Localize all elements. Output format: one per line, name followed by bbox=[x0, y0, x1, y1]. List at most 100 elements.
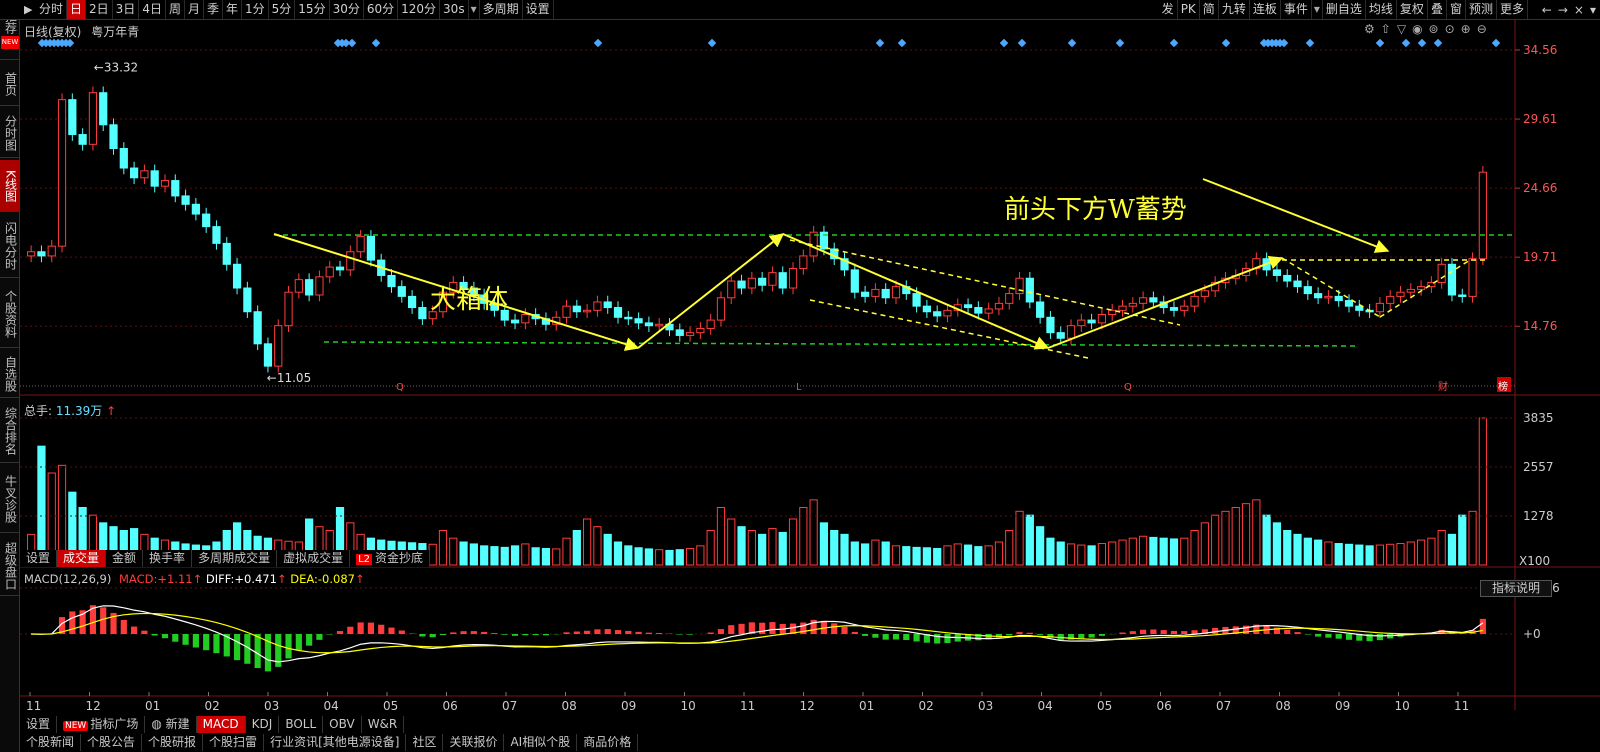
sidebar-item[interactable]: 分时图 bbox=[0, 108, 20, 158]
tool-button[interactable]: 复权 bbox=[1397, 0, 1428, 19]
period-button[interactable]: 2日 bbox=[86, 0, 113, 19]
up-arrow-icon[interactable]: ⇧ bbox=[1381, 22, 1391, 36]
tab-item[interactable]: BOLL bbox=[279, 716, 324, 733]
sidebar-item[interactable]: 闪电分时 bbox=[0, 214, 20, 278]
window-control-icon[interactable]: ▾ bbox=[1590, 0, 1596, 20]
month-label: 12 bbox=[800, 699, 815, 713]
zoom-icon[interactable]: ⊙ bbox=[1445, 22, 1455, 36]
period-button[interactable]: 3日 bbox=[113, 0, 140, 19]
tab-item[interactable]: 设置 bbox=[20, 550, 58, 567]
tab-item[interactable]: OBV bbox=[323, 716, 362, 733]
toolbar-play-icon[interactable]: ▶ bbox=[24, 3, 32, 16]
period-button[interactable]: 年 bbox=[223, 0, 243, 19]
period-button[interactable]: 15分 bbox=[295, 0, 330, 19]
volume-bar bbox=[1396, 543, 1405, 566]
sidebar-item[interactable]: 首页 bbox=[0, 62, 20, 106]
indicator-explain-button[interactable]: 指标说明 bbox=[1480, 580, 1552, 597]
tool-button[interactable]: 预测 bbox=[1466, 0, 1497, 19]
tool-button[interactable]: 窗 bbox=[1447, 0, 1466, 19]
volume-bar bbox=[1344, 543, 1354, 566]
volume-axis-label: 1278 bbox=[1523, 509, 1554, 523]
tab-item[interactable]: ◍ 新建 bbox=[145, 716, 197, 733]
tab-item[interactable]: 虚拟成交量 bbox=[277, 550, 351, 567]
period-button[interactable]: 季 bbox=[204, 0, 223, 19]
candle bbox=[1396, 285, 1405, 303]
period-button[interactable]: 4日 bbox=[139, 0, 166, 19]
tab-item[interactable]: 社区 bbox=[406, 734, 444, 751]
tool-button[interactable]: 连板 bbox=[1250, 0, 1281, 19]
period-button[interactable]: 多周期 bbox=[480, 0, 523, 19]
period-button[interactable]: 周 bbox=[166, 0, 185, 19]
display-icon[interactable]: ⊚ bbox=[1429, 22, 1439, 36]
tab-item[interactable]: MACD bbox=[196, 716, 246, 733]
tab-item[interactable]: 设置 bbox=[20, 716, 58, 733]
tool-button[interactable]: 事件 bbox=[1281, 0, 1312, 19]
sidebar-item[interactable]: 个股资料 bbox=[0, 280, 20, 348]
kline-chart[interactable]: 34.56 29.61 24.66 19.71 14.76 ←33.32 ←11.05 大箱体… bbox=[20, 20, 1600, 732]
sidebar-item[interactable]: 超级盘口 bbox=[0, 536, 20, 596]
tab-item[interactable]: 个股扫雷 bbox=[203, 734, 265, 751]
sidebar-item[interactable]: 牛叉诊股 bbox=[0, 465, 20, 533]
filter-icon[interactable]: ▽ bbox=[1397, 22, 1406, 36]
plus-icon[interactable]: ⊕ bbox=[1461, 22, 1471, 36]
tool-button[interactable]: 发 bbox=[1159, 0, 1178, 19]
window-control-icon[interactable]: → bbox=[1558, 0, 1568, 20]
tab-item[interactable]: L2 资金抄底 bbox=[350, 550, 431, 567]
candle bbox=[1314, 287, 1323, 305]
tab-item[interactable]: 个股公告 bbox=[81, 734, 143, 751]
period-button[interactable]: 30分 bbox=[330, 0, 364, 19]
minus-icon[interactable]: ⊖ bbox=[1477, 22, 1487, 36]
month-label: 06 bbox=[1157, 699, 1172, 713]
eye-icon[interactable]: ◉ bbox=[1412, 22, 1422, 36]
tool-button[interactable]: 简 bbox=[1200, 0, 1219, 19]
signal-markers bbox=[37, 38, 1501, 48]
tool-button[interactable]: 均线 bbox=[1366, 0, 1397, 19]
tab-item[interactable]: 多周期成交量 bbox=[192, 550, 278, 567]
tab-item[interactable]: 成交量 bbox=[57, 550, 107, 567]
tool-button[interactable]: 更多 bbox=[1497, 0, 1528, 19]
tab-item[interactable]: AI相似个股 bbox=[504, 734, 578, 751]
period-button[interactable]: 120分 bbox=[398, 0, 441, 19]
window-control-icon[interactable]: ← bbox=[1542, 0, 1552, 20]
period-button[interactable]: 日 bbox=[67, 0, 87, 19]
tab-item[interactable]: 关联报价 bbox=[443, 734, 505, 751]
tab-item[interactable]: 个股研报 bbox=[142, 734, 204, 751]
sidebar-item[interactable]: K线图 bbox=[0, 160, 20, 212]
tab-item[interactable]: NEW 指标广场 bbox=[57, 716, 146, 733]
period-button[interactable]: 月 bbox=[185, 0, 204, 19]
stock-name: 粤万年青 bbox=[91, 25, 140, 39]
volume-bar bbox=[747, 530, 756, 566]
tab-item[interactable]: 个股新闻 bbox=[20, 734, 82, 751]
tab-item[interactable]: 金额 bbox=[106, 550, 144, 567]
volume-bar bbox=[1149, 536, 1158, 566]
tab-label: OBV bbox=[329, 717, 355, 731]
sidebar-item[interactable]: 综合排名 bbox=[0, 400, 20, 463]
candle bbox=[1036, 295, 1045, 324]
period-button[interactable]: 5分 bbox=[269, 0, 296, 19]
tab-item[interactable]: 商品价格 bbox=[577, 734, 639, 751]
tab-item[interactable]: 行业资讯[其他电源设备] bbox=[264, 734, 407, 751]
tool-button[interactable]: PK bbox=[1178, 0, 1200, 19]
period-button[interactable]: 30s bbox=[440, 0, 469, 19]
tool-button[interactable]: 九转 bbox=[1219, 0, 1250, 19]
tab-label: 设置 bbox=[26, 717, 51, 731]
dropdown-arrow-icon[interactable]: ▾ bbox=[469, 0, 480, 19]
period-button[interactable]: 设置 bbox=[523, 0, 554, 19]
volume-bar bbox=[675, 549, 684, 566]
tab-item[interactable]: KDJ bbox=[246, 716, 280, 733]
event-marker: 财 bbox=[1438, 380, 1448, 393]
volume-bar bbox=[1458, 514, 1467, 566]
tab-item[interactable]: 换手率 bbox=[143, 550, 193, 567]
sidebar-item[interactable]: 自选股 bbox=[0, 350, 20, 398]
volume-bars bbox=[27, 417, 1487, 566]
tool-button[interactable]: 删自选 bbox=[1323, 0, 1366, 19]
dropdown-arrow-icon[interactable]: ▾ bbox=[1312, 0, 1323, 19]
tool-button[interactable]: 叠 bbox=[1428, 0, 1447, 19]
window-control-icon[interactable]: × bbox=[1574, 0, 1584, 20]
period-button[interactable]: 分时 bbox=[36, 0, 68, 19]
candle bbox=[1015, 271, 1024, 300]
settings-gear-icon[interactable]: ⚙ bbox=[1364, 22, 1375, 36]
period-button[interactable]: 60分 bbox=[364, 0, 399, 19]
tab-item[interactable]: W&R bbox=[362, 716, 405, 733]
period-button[interactable]: 1分 bbox=[242, 0, 269, 19]
